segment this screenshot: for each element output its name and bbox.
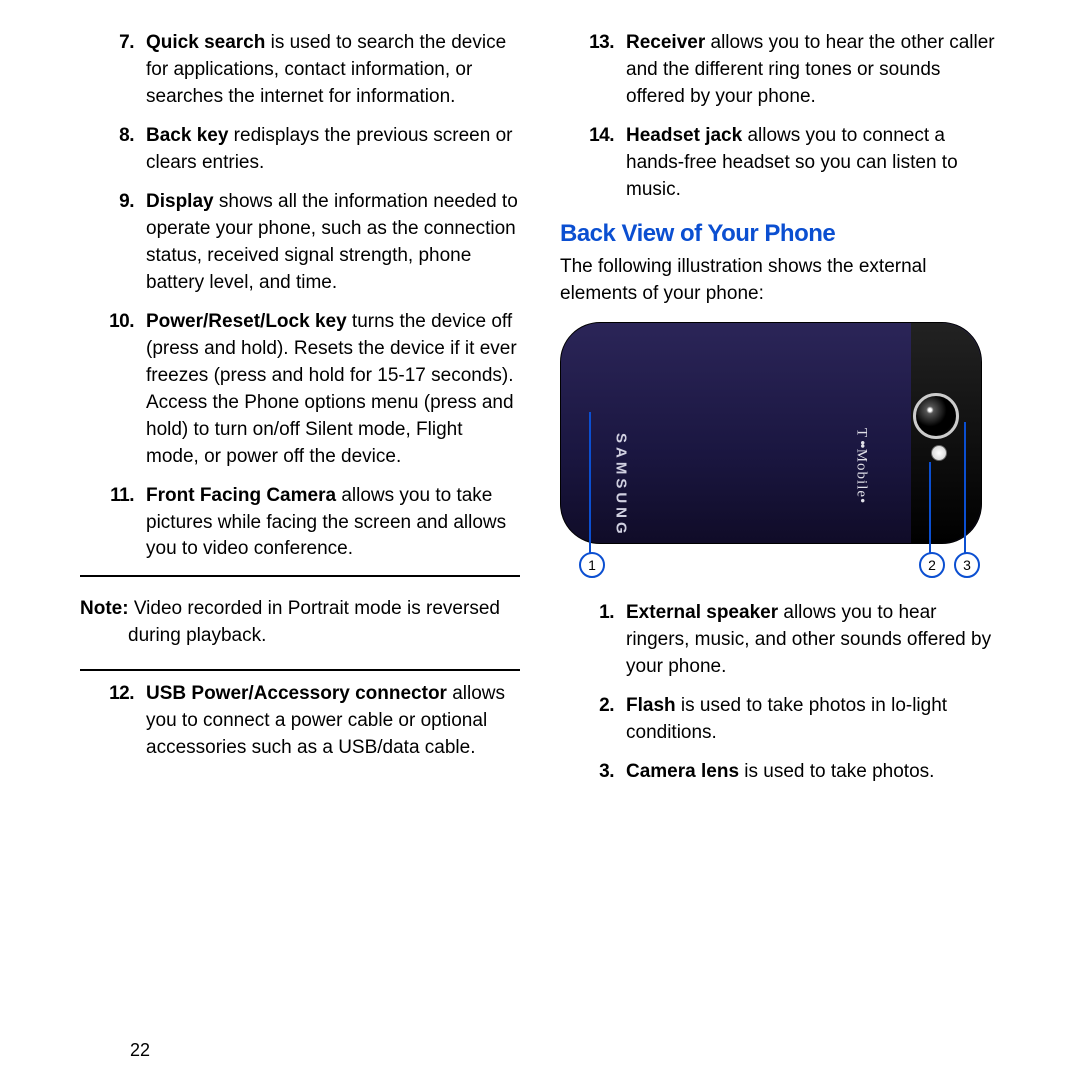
page-number: 22 [130,1040,150,1061]
list-item: 13. Receiver allows you to hear the othe… [560,30,1000,111]
list-item: 2. Flash is used to take photos in lo-li… [560,693,1000,747]
list-item: 7. Quick search is used to search the de… [80,30,520,111]
item-term: Camera lens [626,761,739,782]
list-item: 12. USB Power/Accessory connector allows… [80,681,520,762]
right-column: 13. Receiver allows you to hear the othe… [560,30,1000,798]
section-heading: Back View of Your Phone [560,220,1000,248]
left-column: 7. Quick search is used to search the de… [80,30,520,798]
item-number: 13. [560,30,626,111]
item-term: Display [146,191,214,212]
document-page: 7. Quick search is used to search the de… [0,0,1080,818]
item-term: Front Facing Camera [146,485,336,506]
list-item: 3. Camera lens is used to take photos. [560,759,1000,786]
item-term: External speaker [626,602,778,623]
note-text: Video recorded in Portrait mode is rever… [128,598,500,646]
phone-back-illustration: SAMSUNG TMobile• 1 2 3 [560,322,990,582]
divider [80,575,520,577]
callout-1: 1 [579,552,605,578]
item-text: is used to take photos. [739,761,934,782]
callout-3: 3 [954,552,980,578]
item-number: 1. [560,600,626,681]
list-item: 14. Headset jack allows you to connect a… [560,123,1000,204]
feature-list-left-cont: 12. USB Power/Accessory connector allows… [80,681,520,762]
item-number: 2. [560,693,626,747]
section-intro: The following illustration shows the ext… [560,254,1000,308]
item-term: Power/Reset/Lock key [146,311,347,332]
divider [80,669,520,671]
item-number: 11. [80,483,146,564]
list-item: 8. Back key redisplays the previous scre… [80,123,520,177]
list-item: 9. Display shows all the information nee… [80,189,520,297]
item-term: Receiver [626,32,705,53]
item-text: turns the device off (press and hold). R… [146,311,517,467]
item-number: 14. [560,123,626,204]
item-term: Quick search [146,32,265,53]
item-number: 7. [80,30,146,111]
feature-list-right-top: 13. Receiver allows you to hear the othe… [560,30,1000,204]
item-term: Headset jack [626,125,742,146]
note-label: Note: [80,598,129,619]
callout-lines [560,322,990,582]
list-item: 10. Power/Reset/Lock key turns the devic… [80,309,520,471]
feature-list-left: 7. Quick search is used to search the de… [80,30,520,563]
feature-list-right-bottom: 1. External speaker allows you to hear r… [560,600,1000,786]
item-number: 8. [80,123,146,177]
item-number: 3. [560,759,626,786]
item-term: Back key [146,125,228,146]
item-number: 10. [80,309,146,471]
list-item: 11. Front Facing Camera allows you to ta… [80,483,520,564]
callout-2: 2 [919,552,945,578]
item-term: USB Power/Accessory connector [146,683,447,704]
note: Note: Video recorded in Portrait mode is… [128,596,520,650]
item-number: 12. [80,681,146,762]
item-term: Flash [626,695,676,716]
list-item: 1. External speaker allows you to hear r… [560,600,1000,681]
item-number: 9. [80,189,146,297]
